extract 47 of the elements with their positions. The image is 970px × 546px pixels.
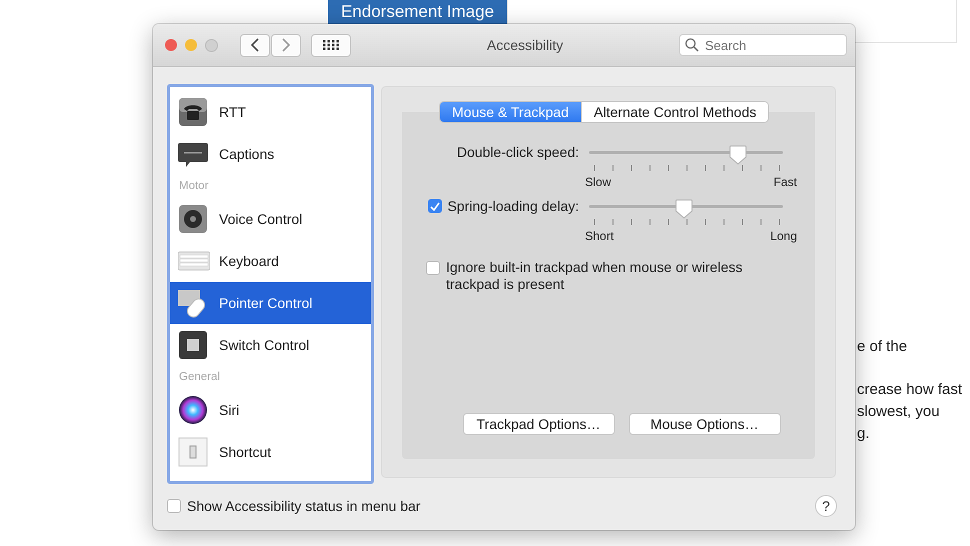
search-field[interactable]: Search (679, 34, 847, 56)
slider-max-label: Long (770, 229, 797, 245)
slider[interactable] (589, 145, 783, 165)
sidebar-item[interactable]: Keyboard (170, 240, 371, 282)
slider-thumb[interactable] (729, 145, 748, 165)
show-all-button[interactable] (311, 34, 351, 56)
checkbox[interactable] (426, 261, 440, 275)
grid-icon (323, 40, 339, 50)
toggle-icon (178, 437, 210, 467)
section-header: Motor (178, 179, 210, 194)
window-title: Accessibility (486, 37, 564, 53)
slider-thumb[interactable] (675, 199, 694, 219)
minimize-button[interactable] (185, 38, 197, 50)
sidebar-item[interactable]: Voice Control (170, 198, 371, 240)
back-icon (250, 38, 260, 52)
banner-label: Endorsement Image (328, 0, 507, 24)
checkbox[interactable] (167, 499, 181, 513)
checkbox-label: Show Accessibility status in menu bar (187, 498, 420, 514)
telephone-icon (178, 97, 210, 127)
article-text: crease how fast slowest, you g. (857, 380, 962, 444)
article-text: e of the (857, 337, 908, 357)
help-button[interactable]: ? (815, 495, 837, 517)
options-button[interactable]: Trackpad Options… (462, 413, 614, 435)
forward-icon (281, 38, 291, 52)
sidebar-item[interactable]: Shortcut (170, 431, 371, 473)
sidebar-item[interactable]: Captions (170, 133, 371, 175)
search-icon (685, 38, 699, 52)
tab[interactable]: Alternate Control Methods (580, 102, 768, 122)
sidebar-item[interactable]: Pointer Control (170, 282, 371, 324)
switch-icon (178, 330, 210, 360)
checkbox-label: Ignore built-in trackpad when mouse or wireless trackpad is present (446, 259, 744, 293)
slider-max-label: Fast (774, 175, 797, 191)
sidebar-item[interactable]: RTT (170, 91, 371, 133)
slider[interactable] (589, 199, 783, 219)
back-button[interactable] (240, 34, 270, 56)
setting-label: Spring-loading delay: (447, 198, 579, 214)
sidebar-item[interactable]: Switch Control (170, 324, 371, 366)
setting-label: Double-click speed: (456, 144, 579, 160)
slider-min-label: Slow (585, 175, 612, 191)
slider-min-label: Short (585, 229, 614, 245)
sidebar-item[interactable]: Siri (170, 389, 371, 431)
close-button[interactable] (165, 38, 177, 50)
section-header: General (178, 370, 221, 385)
options-button[interactable]: Mouse Options… (628, 413, 780, 435)
orb-icon (178, 395, 210, 425)
checkbox[interactable] (428, 199, 442, 213)
zoom-button[interactable] (205, 38, 218, 52)
